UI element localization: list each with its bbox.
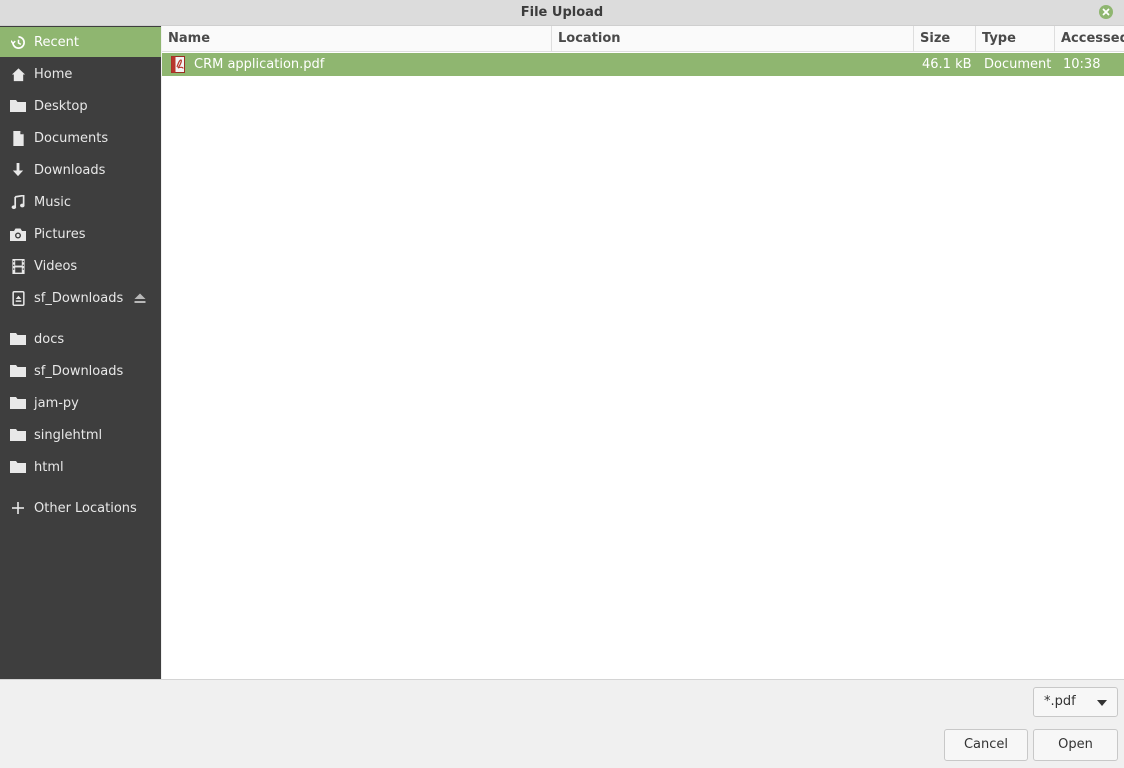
sidebar-item-label: Videos — [34, 258, 78, 274]
sidebar-item-html[interactable]: html — [0, 452, 161, 482]
download-icon — [10, 162, 26, 178]
filter-selected-value: *.pdf — [1044, 694, 1076, 709]
sidebar-item-label: singlehtml — [34, 427, 103, 443]
sidebar-item-videos[interactable]: Videos — [0, 251, 161, 281]
file-size: 46.1 kB — [922, 57, 972, 72]
table-row[interactable]: CRM application.pdf 46.1 kB Document 10:… — [162, 53, 1124, 76]
sidebar-item-docs[interactable]: docs — [0, 324, 161, 354]
sidebar-item-pictures[interactable]: Pictures — [0, 219, 161, 249]
sidebar-item-sf-downloads-drive[interactable]: sf_Downloads — [0, 283, 161, 313]
sidebar-item-jam-py[interactable]: jam-py — [0, 388, 161, 418]
folder-icon — [10, 331, 26, 347]
file-upload-dialog: File Upload Recent Home Desktop Document… — [0, 0, 1124, 768]
open-button[interactable]: Open — [1033, 729, 1118, 761]
places-sidebar: Recent Home Desktop Documents Downloads — [0, 26, 161, 679]
plus-icon — [10, 500, 26, 516]
sidebar-item-label: Desktop — [34, 98, 88, 114]
sidebar-item-label: Music — [34, 194, 71, 210]
sidebar-item-music[interactable]: Music — [0, 187, 161, 217]
file-type-filter[interactable]: *.pdf — [1033, 687, 1118, 717]
pdf-icon — [171, 56, 185, 73]
column-header-size[interactable]: Size — [914, 26, 976, 52]
sidebar-item-label: Documents — [34, 130, 109, 146]
camera-icon — [10, 226, 26, 242]
close-button[interactable] — [1099, 5, 1113, 19]
title-bar[interactable]: File Upload — [0, 0, 1124, 26]
sidebar-item-documents[interactable]: Documents — [0, 123, 161, 153]
sidebar-item-label: sf_Downloads — [34, 290, 124, 306]
recent-icon — [10, 34, 26, 50]
sidebar-item-label: docs — [34, 331, 65, 347]
document-icon — [10, 130, 26, 146]
sidebar-item-label: Downloads — [34, 162, 106, 178]
column-header-accessed[interactable]: Accessed — [1055, 26, 1124, 52]
home-icon — [10, 66, 26, 82]
folder-icon — [10, 459, 26, 475]
file-type: Document — [984, 57, 1052, 72]
sidebar-item-label: Recent — [34, 34, 79, 50]
sidebar-item-singlehtml[interactable]: singlehtml — [0, 420, 161, 450]
close-icon — [1102, 8, 1110, 16]
column-header-type[interactable]: Type — [976, 26, 1055, 52]
sidebar-item-sf-downloads[interactable]: sf_Downloads — [0, 356, 161, 386]
film-icon — [10, 258, 26, 274]
chevron-down-icon — [1097, 700, 1107, 706]
file-name: CRM application.pdf — [194, 57, 325, 72]
sidebar-item-label: Other Locations — [34, 500, 137, 516]
sidebar-item-label: sf_Downloads — [34, 363, 124, 379]
music-icon — [10, 194, 26, 210]
sidebar-item-recent[interactable]: Recent — [0, 27, 161, 57]
file-list: Name Location Size Type Accessed CRM app… — [162, 26, 1124, 679]
eject-icon[interactable] — [133, 291, 147, 305]
action-bar: *.pdf Cancel Open — [0, 679, 1124, 768]
sidebar-item-desktop[interactable]: Desktop — [0, 91, 161, 121]
sidebar-item-other-locations[interactable]: Other Locations — [0, 493, 161, 523]
folder-icon — [10, 395, 26, 411]
cancel-button[interactable]: Cancel — [944, 729, 1028, 761]
sidebar-item-label: Home — [34, 66, 73, 82]
folder-icon — [10, 363, 26, 379]
column-header-name[interactable]: Name — [162, 26, 552, 52]
sidebar-item-label: Pictures — [34, 226, 86, 242]
sidebar-item-label: html — [34, 459, 64, 475]
sidebar-item-downloads[interactable]: Downloads — [0, 155, 161, 185]
file-list-header: Name Location Size Type Accessed — [162, 26, 1124, 52]
folder-icon — [10, 427, 26, 443]
folder-icon — [10, 98, 26, 114]
dialog-title: File Upload — [520, 5, 604, 20]
sidebar-item-home[interactable]: Home — [0, 59, 161, 89]
sidebar-item-label: jam-py — [34, 395, 79, 411]
file-accessed: 10:38 — [1063, 57, 1101, 72]
column-header-location[interactable]: Location — [552, 26, 914, 52]
drive-icon — [10, 290, 26, 306]
